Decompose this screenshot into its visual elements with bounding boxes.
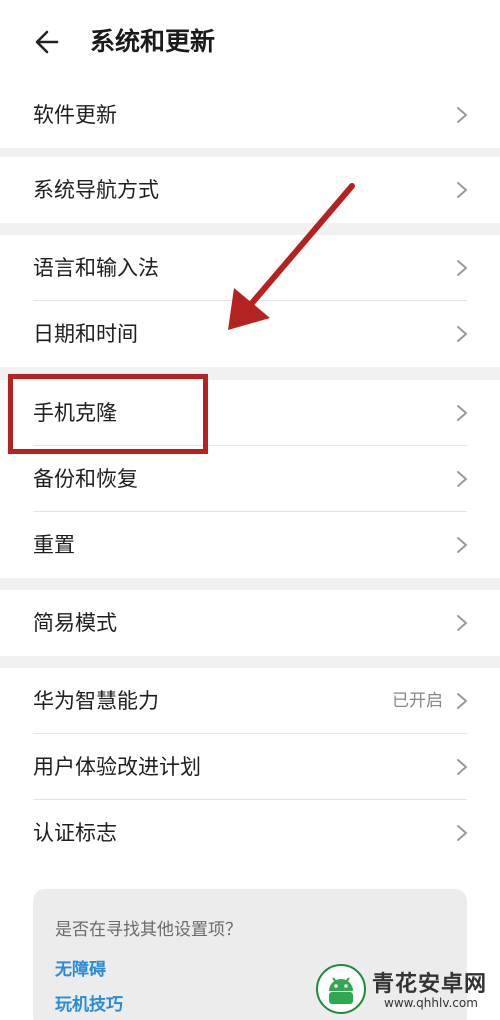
chevron-right-icon	[457, 405, 467, 421]
settings-item-simple-mode[interactable]: 简易模式	[0, 590, 500, 656]
settings-item-date-time[interactable]: 日期和时间	[0, 301, 500, 367]
settings-item-software-update[interactable]: 软件更新	[0, 82, 500, 148]
chevron-right-icon	[457, 615, 467, 631]
settings-group: 语言和输入法 日期和时间	[0, 235, 500, 367]
status-value: 已开启	[392, 691, 443, 711]
settings-item-system-navigation[interactable]: 系统导航方式	[0, 157, 500, 223]
settings-group: 软件更新	[0, 82, 500, 148]
chevron-right-icon	[457, 326, 467, 342]
settings-item-reset[interactable]: 重置	[0, 512, 500, 578]
settings-item-label: 认证标志	[33, 821, 117, 845]
settings-group: 简易模式	[0, 590, 500, 656]
suggestion-title: 是否在寻找其他设置项？	[55, 920, 242, 940]
back-button[interactable]	[30, 22, 70, 62]
settings-item-label: 手机克隆	[33, 401, 117, 425]
chevron-right-icon	[457, 537, 467, 553]
page-title: 系统和更新	[90, 27, 216, 56]
settings-item-label: 语言和输入法	[33, 256, 159, 280]
chevron-right-icon	[457, 107, 467, 123]
suggestion-link-tips[interactable]: 玩机技巧	[55, 990, 123, 1015]
chevron-right-icon	[457, 260, 467, 276]
settings-item-label: 简易模式	[33, 611, 117, 635]
watermark: 青花安卓网 www.qhhlv.com	[300, 958, 500, 1020]
settings-item-backup-restore[interactable]: 备份和恢复	[0, 446, 500, 512]
chevron-right-icon	[457, 471, 467, 487]
settings-item-language-input[interactable]: 语言和输入法	[0, 235, 500, 301]
android-logo-icon	[316, 964, 366, 1014]
settings-item-label: 软件更新	[33, 103, 117, 127]
settings-item-certification[interactable]: 认证标志	[0, 800, 500, 866]
settings-item-user-experience[interactable]: 用户体验改进计划	[0, 734, 500, 800]
settings-item-label: 华为智慧能力	[33, 689, 159, 713]
settings-group: 系统导航方式	[0, 157, 500, 223]
chevron-right-icon	[457, 182, 467, 198]
settings-item-huawei-ai[interactable]: 华为智慧能力 已开启	[0, 668, 500, 734]
header-bar: 系统和更新	[0, 0, 500, 82]
settings-item-label: 日期和时间	[33, 322, 138, 346]
chevron-right-icon	[457, 759, 467, 775]
watermark-url: www.qhhlv.com	[384, 996, 478, 1010]
suggestion-link-accessibility[interactable]: 无障碍	[55, 955, 106, 980]
settings-group: 手机克隆 备份和恢复 重置	[0, 380, 500, 578]
watermark-title: 青花安卓网	[372, 972, 488, 997]
settings-item-phone-clone[interactable]: 手机克隆	[0, 380, 500, 446]
settings-item-label: 系统导航方式	[33, 178, 159, 202]
settings-item-label: 用户体验改进计划	[33, 755, 201, 779]
settings-screen: 系统和更新 软件更新 系统导航方式 语言和输入法 日期和时间 手机克隆 备份和恢…	[0, 0, 500, 1020]
settings-item-label: 备份和恢复	[33, 467, 138, 491]
chevron-right-icon	[457, 825, 467, 841]
arrow-left-icon	[35, 30, 59, 54]
chevron-right-icon	[457, 693, 467, 709]
settings-item-label: 重置	[33, 533, 75, 557]
